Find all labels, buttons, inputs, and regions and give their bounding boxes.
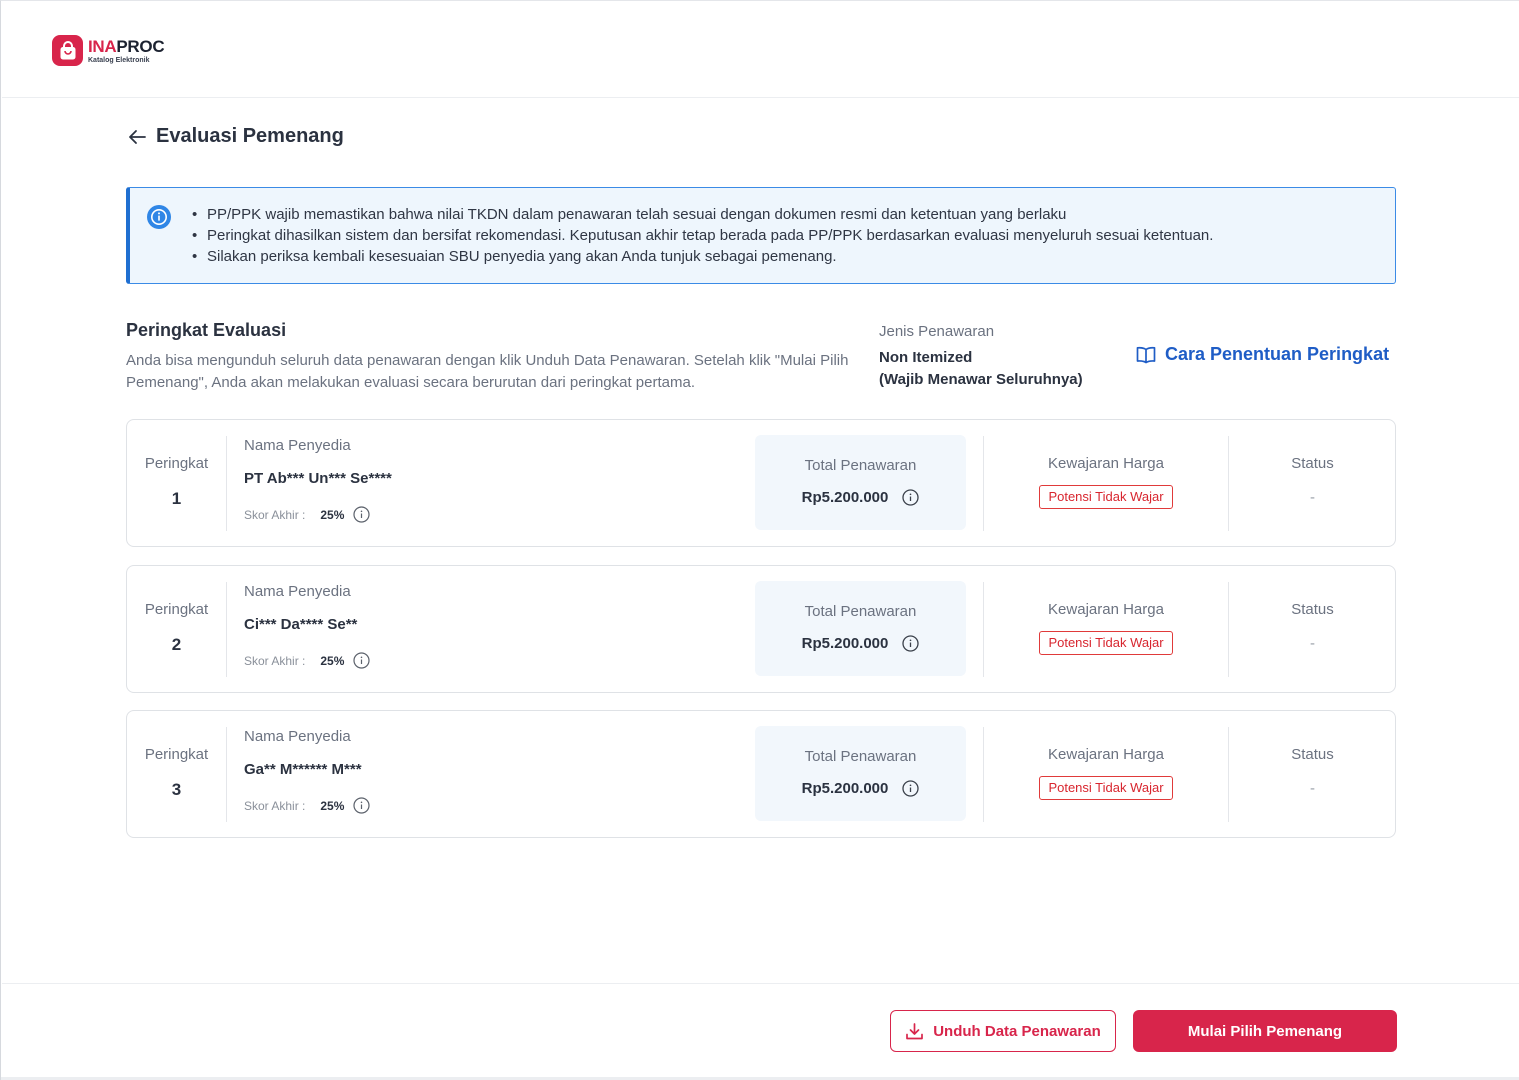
status-value: - — [1310, 635, 1315, 652]
price-fairness-label: Kewajaran Harga — [1048, 601, 1164, 618]
status-label: Status — [1291, 746, 1334, 763]
rank-label: Peringkat — [144, 455, 209, 472]
score-label: Skor Akhir : — [244, 798, 306, 813]
footer-action-bar: Unduh Data Penawaran Mulai Pilih Pemenan… — [2, 983, 1519, 1077]
start-select-winner-button[interactable]: Mulai Pilih Pemenang — [1133, 1010, 1397, 1052]
price-fairness-badge: Potensi Tidak Wajar — [1039, 631, 1173, 655]
rank-label: Peringkat — [144, 746, 209, 763]
section-title: Peringkat Evaluasi — [126, 320, 287, 340]
back-button[interactable] — [126, 126, 148, 148]
download-icon — [906, 1022, 924, 1039]
rank-card: Peringkat 2 Nama Penyedia Ci*** Da**** S… — [126, 565, 1396, 693]
total-label: Total Penawaran — [804, 748, 917, 765]
brand-name: INAPROC — [88, 36, 165, 56]
vendor-label: Nama Penyedia — [244, 583, 351, 600]
rank-number: 1 — [171, 489, 182, 508]
score-label: Skor Akhir : — [244, 653, 306, 668]
rank-number: 2 — [171, 635, 182, 654]
rank-card: Peringkat 1 Nama Penyedia PT Ab*** Un***… — [126, 419, 1396, 547]
vendor-name: Ga** M****** M*** — [244, 761, 362, 778]
total-offer-box: Total Penawaran Rp5.200.000 — [755, 581, 966, 676]
top-bar: INAPROC Katalog Elektronik — [2, 2, 1519, 98]
info-icon[interactable] — [353, 506, 370, 523]
offer-type-label: Jenis Penawaran — [879, 323, 995, 340]
status-value: - — [1310, 780, 1315, 797]
page-title: Evaluasi Pemenang — [156, 125, 344, 147]
total-offer-box: Total Penawaran Rp5.200.000 — [755, 726, 966, 821]
score-label: Skor Akhir : — [244, 507, 306, 522]
app-frame: INAPROC Katalog Elektronik Evaluasi Peme… — [0, 0, 1519, 1080]
status-label: Status — [1291, 601, 1334, 618]
shopping-bag-icon — [52, 35, 83, 66]
rank-label: Peringkat — [144, 601, 209, 618]
status-label: Status — [1291, 455, 1334, 472]
status-value: - — [1310, 489, 1315, 506]
info-icon[interactable] — [902, 489, 920, 506]
info-icon — [147, 205, 171, 229]
total-value: Rp5.200.000 — [801, 635, 889, 652]
price-fairness-badge: Potensi Tidak Wajar — [1039, 485, 1173, 509]
rank-card: Peringkat 3 Nama Penyedia Ga** M****** M… — [126, 710, 1396, 838]
download-offers-button[interactable]: Unduh Data Penawaran — [890, 1010, 1116, 1052]
info-item: Peringkat dihasilkan sistem dan bersifat… — [190, 225, 1213, 246]
info-alert: PP/PPK wajib memastikan bahwa nilai TKDN… — [126, 187, 1396, 284]
info-item: Silakan periksa kembali kesesuaian SBU p… — [190, 246, 1213, 267]
rank-number: 3 — [171, 780, 182, 799]
brand-logo[interactable]: INAPROC Katalog Elektronik — [52, 35, 165, 66]
price-fairness-badge: Potensi Tidak Wajar — [1039, 776, 1173, 800]
book-open-icon — [1136, 346, 1156, 363]
vendor-label: Nama Penyedia — [244, 437, 351, 454]
vendor-name: Ci*** Da**** Se** — [244, 616, 358, 633]
total-value: Rp5.200.000 — [801, 780, 889, 797]
vendor-label: Nama Penyedia — [244, 728, 351, 745]
info-icon[interactable] — [353, 797, 370, 814]
price-fairness-label: Kewajaran Harga — [1048, 455, 1164, 472]
section-description: Anda bisa mengunduh seluruh data penawar… — [126, 352, 849, 391]
info-icon[interactable] — [902, 780, 920, 797]
info-list: PP/PPK wajib memastikan bahwa nilai TKDN… — [190, 204, 1213, 267]
info-icon[interactable] — [902, 635, 920, 652]
info-item: PP/PPK wajib memastikan bahwa nilai TKDN… — [190, 204, 1213, 225]
ranking-method-link[interactable]: Cara Penentuan Peringkat — [1136, 344, 1389, 365]
total-label: Total Penawaran — [804, 603, 917, 620]
arrow-left-icon — [129, 129, 146, 144]
total-value: Rp5.200.000 — [801, 489, 889, 506]
total-label: Total Penawaran — [804, 457, 917, 474]
vendor-name: PT Ab*** Un*** Se**** — [244, 470, 392, 487]
brand-subtitle: Katalog Elektronik — [88, 56, 150, 64]
score-value: 25% — [320, 653, 345, 668]
score-value: 25% — [320, 798, 345, 813]
offer-type-value: Non Itemized (Wajib Menawar Seluruhnya) — [879, 349, 1083, 388]
score-value: 25% — [320, 507, 345, 522]
total-offer-box: Total Penawaran Rp5.200.000 — [755, 435, 966, 530]
info-icon[interactable] — [353, 652, 370, 669]
price-fairness-label: Kewajaran Harga — [1048, 746, 1164, 763]
page-header: Evaluasi Pemenang — [126, 125, 344, 148]
